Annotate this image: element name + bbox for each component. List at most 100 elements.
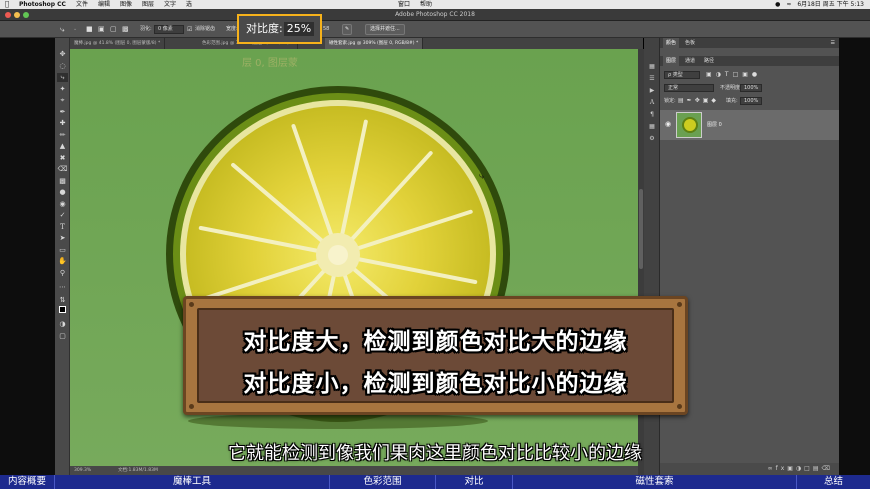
- brush-tool-icon[interactable]: ✏: [57, 131, 68, 140]
- subtract-selection-icon[interactable]: ▢: [110, 21, 117, 38]
- contrast-callout: 对比度: 25%: [237, 14, 322, 44]
- actions-panel-icon[interactable]: ▶: [647, 86, 657, 95]
- window-title: Adobe Photoshop CC 2018: [395, 11, 475, 18]
- tab-color[interactable]: 颜色: [663, 38, 680, 48]
- layer-filter-icons[interactable]: ▣◑T□▣●: [706, 70, 761, 80]
- select-and-mask-button[interactable]: 选择并遮住...: [365, 24, 405, 35]
- left-letterbox: [0, 21, 55, 475]
- tab-magnetic-lasso-doc[interactable]: 磁性套索.jpg @ 309% (图层 0, RGB/8#) *: [325, 38, 424, 49]
- paragraph-panel-icon[interactable]: ¶: [647, 110, 657, 119]
- antialias-label: 消除锯齿: [195, 26, 216, 32]
- glyphs-panel-icon[interactable]: ▦: [647, 122, 657, 131]
- lasso-tool-icon[interactable]: ⤷: [60, 21, 64, 38]
- visibility-eye-icon[interactable]: ◉: [665, 120, 671, 128]
- wifi-icon[interactable]: ≈: [786, 0, 791, 9]
- frequency-value[interactable]: 58: [323, 21, 329, 38]
- color-swatches[interactable]: [57, 306, 68, 315]
- type-tool-icon[interactable]: T: [57, 223, 68, 232]
- tab-channels[interactable]: 通道: [682, 56, 698, 66]
- menu-layer[interactable]: 图层: [137, 0, 159, 9]
- properties-panel-icon[interactable]: ☰: [647, 74, 657, 83]
- chapter-overview[interactable]: 内容概要: [0, 475, 55, 489]
- marquee-tool-icon[interactable]: ◌: [57, 62, 68, 71]
- lock-row: 锁定: ▤✒✥▣◆ 填充: 100%: [660, 96, 839, 106]
- options-chevron-icon[interactable]: ⌄: [73, 21, 77, 38]
- history-panel-icon[interactable]: ▦: [647, 62, 657, 71]
- adjust-panel-icon[interactable]: ⚙: [647, 134, 657, 143]
- chapter-contrast[interactable]: 对比: [436, 475, 513, 489]
- delete-layer-icon[interactable]: ⌫: [822, 465, 833, 472]
- annotation-line-2: 对比度小，检测到颜色对比小的边缘: [243, 371, 628, 397]
- hand-tool-icon[interactable]: ✋: [57, 257, 68, 266]
- tab-layers[interactable]: 图层: [663, 56, 680, 66]
- character-panel-icon[interactable]: A: [647, 98, 657, 107]
- lock-icons[interactable]: ▤✒✥▣◆: [678, 96, 719, 106]
- menu-file[interactable]: 文件: [71, 0, 93, 9]
- dodge-tool-icon[interactable]: ◉: [57, 200, 68, 209]
- healing-tool-icon[interactable]: ✚: [57, 119, 68, 128]
- new-selection-icon[interactable]: ■: [86, 21, 93, 38]
- layer-kind-filter[interactable]: ρ 类型: [664, 71, 700, 79]
- zoom-tool-icon[interactable]: ⚲: [57, 269, 68, 278]
- adjustment-layer-icon[interactable]: ◑: [796, 465, 804, 472]
- shape-tool-icon[interactable]: ▭: [57, 246, 68, 255]
- new-group-icon[interactable]: □: [804, 465, 813, 472]
- mac-menu-bar:  Photoshop CC 文件 编辑 图像 图层 文字 选 窗口 帮助 ● …: [0, 0, 870, 9]
- menu-window[interactable]: 窗口: [393, 0, 415, 9]
- eyedropper-tool-icon[interactable]: ✒: [57, 108, 68, 117]
- chapter-magnetic-lasso[interactable]: 磁性套索: [513, 475, 797, 489]
- menu-image[interactable]: 图像: [115, 0, 137, 9]
- scrollbar-thumb[interactable]: [639, 189, 643, 269]
- more-tools-icon[interactable]: ⋯: [57, 283, 68, 292]
- add-selection-icon[interactable]: ▣: [98, 21, 105, 38]
- zoom-level[interactable]: 309.3%: [74, 466, 91, 475]
- menu-type[interactable]: 文字: [159, 0, 181, 9]
- panel-menu-icon[interactable]: ☰: [831, 38, 835, 48]
- gradient-tool-icon[interactable]: ▩: [57, 177, 68, 186]
- feather-input[interactable]: 0 像素: [154, 25, 184, 34]
- user-icon[interactable]: ●: [775, 0, 780, 9]
- swap-colors-icon[interactable]: ⇅: [57, 296, 68, 305]
- screen-mode-icon[interactable]: ▢: [57, 332, 68, 341]
- layer-item[interactable]: ◉ 图层 0: [660, 110, 839, 140]
- path-select-tool-icon[interactable]: ➤: [57, 234, 68, 243]
- new-layer-icon[interactable]: ▤: [813, 465, 822, 472]
- quick-mask-icon[interactable]: ◑: [57, 320, 68, 329]
- status-bar: 309.3% 文档:1.83M/1.83M: [70, 466, 638, 475]
- magic-wand-tool-icon[interactable]: ✦: [57, 85, 68, 94]
- intersect-selection-icon[interactable]: ▩: [122, 21, 129, 38]
- add-mask-icon[interactable]: ▣: [787, 465, 796, 472]
- layer-name[interactable]: 图层 0: [707, 110, 722, 140]
- stamp-tool-icon[interactable]: ▲: [57, 142, 68, 151]
- chapter-magic-wand[interactable]: 魔棒工具: [55, 475, 330, 489]
- datetime[interactable]: 6月18日 周五 下午 5:13: [797, 0, 864, 9]
- link-layers-icon[interactable]: ∞: [768, 465, 776, 472]
- tab-swatches[interactable]: 色板: [682, 38, 698, 48]
- menu-select[interactable]: 选: [181, 0, 197, 9]
- history-brush-icon[interactable]: ✖: [57, 154, 68, 163]
- blend-mode-select[interactable]: 正常: [664, 84, 714, 92]
- menu-app-name[interactable]: Photoshop CC: [14, 0, 71, 9]
- tablet-pressure-icon[interactable]: ✎: [342, 24, 353, 35]
- fill-input[interactable]: 100%: [740, 97, 762, 105]
- menu-edit[interactable]: 编辑: [93, 0, 115, 9]
- doc-size-info[interactable]: 文档:1.83M/1.83M: [118, 466, 158, 475]
- move-tool-icon[interactable]: ✥: [57, 50, 68, 59]
- opacity-input[interactable]: 100%: [740, 84, 762, 92]
- tab-paths[interactable]: 路径: [701, 56, 717, 66]
- chapter-navigation: 内容概要 魔棒工具 色彩范围 对比 磁性套索 总结: [0, 475, 870, 489]
- contrast-value[interactable]: 25%: [283, 22, 315, 36]
- video-subtitle: 它就能检测到像我们果肉这里颜色对比比较小的边缘: [228, 443, 642, 464]
- fx-icon[interactable]: fx: [776, 465, 788, 472]
- pen-tool-icon[interactable]: ✓: [57, 211, 68, 220]
- eraser-tool-icon[interactable]: ⌫: [57, 165, 68, 174]
- antialias-checkbox[interactable]: ☑: [187, 21, 192, 38]
- chapter-summary[interactable]: 总结: [797, 475, 870, 489]
- chapter-color-range[interactable]: 色彩范围: [330, 475, 436, 489]
- menu-help[interactable]: 帮助: [415, 0, 437, 9]
- apple-icon[interactable]: : [0, 0, 14, 9]
- lasso-tool-icon[interactable]: ⤷: [57, 73, 68, 82]
- blur-tool-icon[interactable]: ●: [57, 188, 68, 197]
- crop-tool-icon[interactable]: ⌖: [57, 96, 68, 105]
- tab-magic-wand-doc[interactable]: 魔棒.jpg @ 41.8% (图层 0, 图层蒙版/8) *: [70, 38, 166, 49]
